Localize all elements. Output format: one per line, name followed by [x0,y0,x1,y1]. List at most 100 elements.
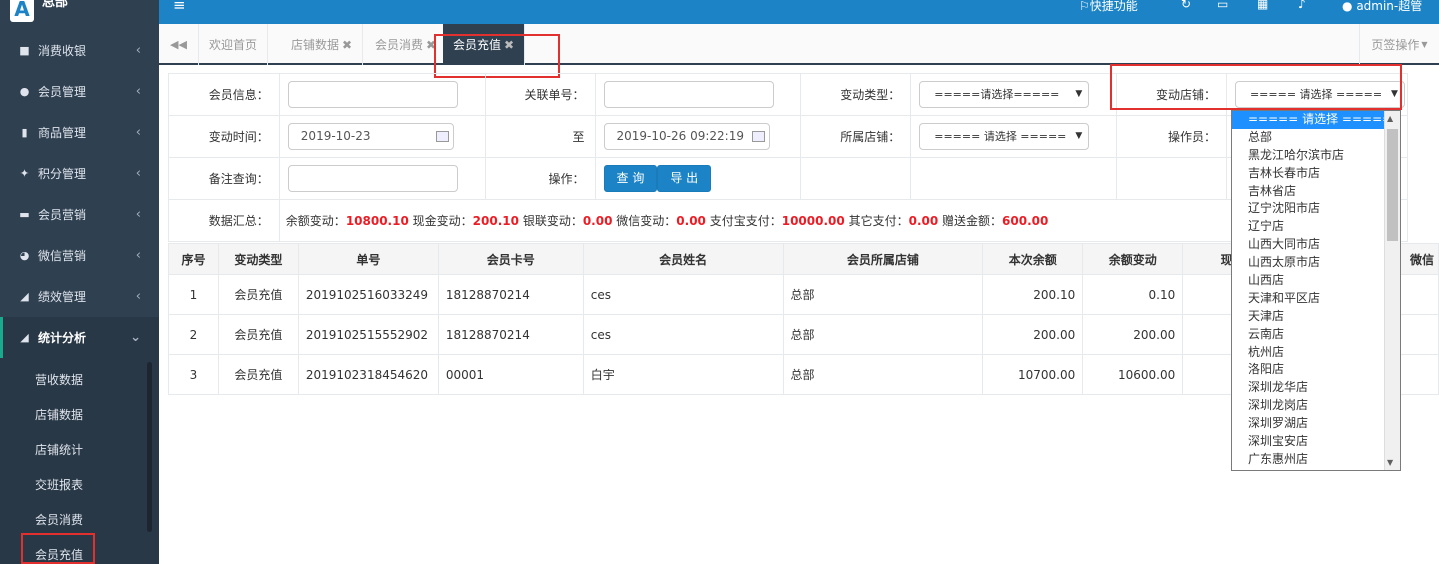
users-icon: ● [19,85,30,98]
tab-welcome[interactable]: 欢迎首页 [199,24,269,65]
logo-icon: Ä [10,0,34,22]
menu-toggle-icon[interactable]: ≡ [173,0,186,14]
sidebar-item-members[interactable]: ● 会员管理 ‹ [0,71,159,112]
column-header[interactable]: 本次余额 [982,243,1084,275]
sidebar-item-label: 消费收银 [38,44,87,58]
dropdown-scrollbar[interactable]: ▲ ▼ [1384,111,1400,470]
scrollbar-thumb[interactable] [1387,129,1398,241]
tab-bar: ◀◀ 欢迎首页 店铺数据 ✖ 会员消费 ✖ 会员充值 ✖ 页签操作 ▼ [159,24,1439,65]
ref-no-label: 关联单号： [484,73,596,116]
sidebar-scrollbar[interactable] [147,362,152,532]
dropdown-option[interactable]: 吉林省店 [1232,183,1400,201]
dropdown-option[interactable]: 辽宁店 [1232,218,1400,236]
sidebar-item-marketing[interactable]: ▬ 会员营销 ‹ [0,194,159,235]
qrcode-icon[interactable]: ▦ [1257,0,1268,11]
dropdown-option[interactable]: 山西大同市店 [1232,236,1400,254]
column-header[interactable]: 会员卡号 [437,243,584,275]
sidebar-item-wechat[interactable]: ◕ 微信营销 ‹ [0,235,159,276]
belong-store-label: 所属店铺： [800,115,912,158]
date-start-input[interactable]: 2019-10-23 [287,123,454,150]
chevron-left-icon: ‹ [135,43,141,58]
calendar-icon[interactable] [435,131,449,142]
sidebar-item-label: 绩效管理 [38,290,87,304]
summary-union: 0.00 [582,214,613,228]
dropdown-option[interactable]: 深圳龙岗店 [1232,397,1400,415]
barcode-icon: ▮ [21,126,28,139]
dropdown-option[interactable]: 辽宁沈阳市店 [1232,200,1400,218]
dropdown-option[interactable]: 山西太原市店 [1232,254,1400,272]
highlight-box [1110,64,1402,110]
dropdown-option[interactable]: 天津店 [1232,308,1400,326]
quick-functions-link[interactable]: ⚐快捷功能 [1079,0,1138,14]
sidebar: Ä 总部 ■ 消费收银 ‹ ● 会员管理 ‹ ▮ 商品管理 ‹ ✦ 积分管理 ‹ ▬ 会员营销 ‹ … [0,0,159,564]
marketing-icon: ▬ [19,208,30,221]
sidebar-item-performance[interactable]: ◢ 绩效管理 ‹ [0,276,159,317]
remark-input[interactable] [287,165,458,192]
column-header[interactable]: 单号 [297,243,439,275]
calendar-icon[interactable] [751,131,765,142]
sidebar-item-consume[interactable]: ■ 消费收银 ‹ [0,30,159,71]
user-icon: ● [1342,0,1353,13]
submenu-item-shift-report[interactable]: 交班报表 [0,467,159,502]
column-header[interactable]: 变动类型 [217,243,299,275]
summary-balance: 10800.10 [345,214,409,228]
dropdown-option[interactable]: 洛阳店 [1232,361,1400,379]
caret-down-icon: ▼ [1421,40,1428,49]
sidebar-item-points[interactable]: ✦ 积分管理 ‹ [0,153,159,194]
tab-operations-dropdown[interactable]: 页签操作 ▼ [1359,24,1439,65]
monitor-icon[interactable]: ▭ [1217,0,1228,11]
sidebar-item-goods[interactable]: ▮ 商品管理 ‹ [0,112,159,153]
ref-no-input[interactable] [603,81,774,108]
column-header[interactable]: 序号 [168,243,219,275]
sidebar-item-statistics[interactable]: ◢ 统计分析 ⌄ [0,317,159,358]
dropdown-option[interactable]: 深圳宝安店 [1232,433,1400,451]
app-title: 总部 [42,0,69,10]
tab-scroll-left-icon[interactable]: ◀◀ [159,24,199,65]
user-menu[interactable]: ● admin-超管 [1342,0,1422,14]
scroll-down-icon[interactable]: ▼ [1387,458,1393,467]
tab-store-data[interactable]: 店铺数据 ✖ [281,24,364,65]
dropdown-option[interactable]: 深圳龙华店 [1232,379,1400,397]
query-button[interactable]: 查 询 [603,165,658,192]
dropdown-option[interactable]: 山西店 [1232,272,1400,290]
dropdown-option[interactable]: 吉林长春市店 [1232,165,1400,183]
dropdown-option[interactable]: ===== 请选择 ===== [1232,111,1400,129]
submenu-item-revenue[interactable]: 营收数据 [0,362,159,397]
star-icon: ✦ [19,167,30,180]
member-info-input[interactable] [287,81,458,108]
chevron-left-icon: ‹ [135,84,141,99]
store-dropdown-list: ===== 请选择 ===== 总部 黑龙江哈尔滨市店 吉林长春市店 吉林省店 … [1231,110,1401,471]
summary-other: 0.00 [908,214,939,228]
refresh-icon[interactable]: ↻ [1181,0,1191,11]
chevron-left-icon: ‹ [135,125,141,140]
sidebar-item-label: 微信营销 [38,249,87,263]
to-label: 至 [484,115,596,158]
operator-label: 操作员： [1116,115,1227,158]
submenu-item-store-stats[interactable]: 店铺统计 [0,432,159,467]
change-type-select[interactable]: =====请选择===== ▼ [919,81,1090,108]
dropdown-option[interactable]: 深圳罗湖店 [1232,415,1400,433]
column-header[interactable]: 余额变动 [1082,243,1184,275]
highlight-box [21,533,95,564]
column-header[interactable]: 会员姓名 [582,243,784,275]
change-type-label: 变动类型： [800,73,912,116]
dropdown-option[interactable]: 总部 [1232,129,1400,147]
bell-icon[interactable]: ♪ [1298,0,1306,11]
dropdown-option[interactable]: 广东惠州店 [1232,451,1400,469]
belong-store-select[interactable]: ===== 请选择 ===== ▼ [919,123,1090,150]
submenu-item-store-data[interactable]: 店铺数据 [0,397,159,432]
export-button[interactable]: 导 出 [657,165,712,192]
scroll-up-icon[interactable]: ▲ [1387,114,1393,123]
dropdown-option[interactable]: 黑龙江哈尔滨市店 [1232,147,1400,165]
summary-gift: 600.00 [1002,214,1049,228]
member-info-label: 会员信息： [168,73,280,116]
submenu-item-member-consume[interactable]: 会员消费 [0,502,159,537]
close-icon[interactable]: ✖ [342,38,352,52]
date-end-input[interactable]: 2019-10-26 09:22:19 [603,123,770,150]
caret-down-icon: ▼ [1075,131,1083,141]
sidebar-item-label: 商品管理 [38,126,87,140]
dropdown-option[interactable]: 云南店 [1232,326,1400,344]
column-header[interactable]: 会员所属店铺 [782,243,984,275]
dropdown-option[interactable]: 杭州店 [1232,344,1400,362]
dropdown-option[interactable]: 天津和平区店 [1232,290,1400,308]
